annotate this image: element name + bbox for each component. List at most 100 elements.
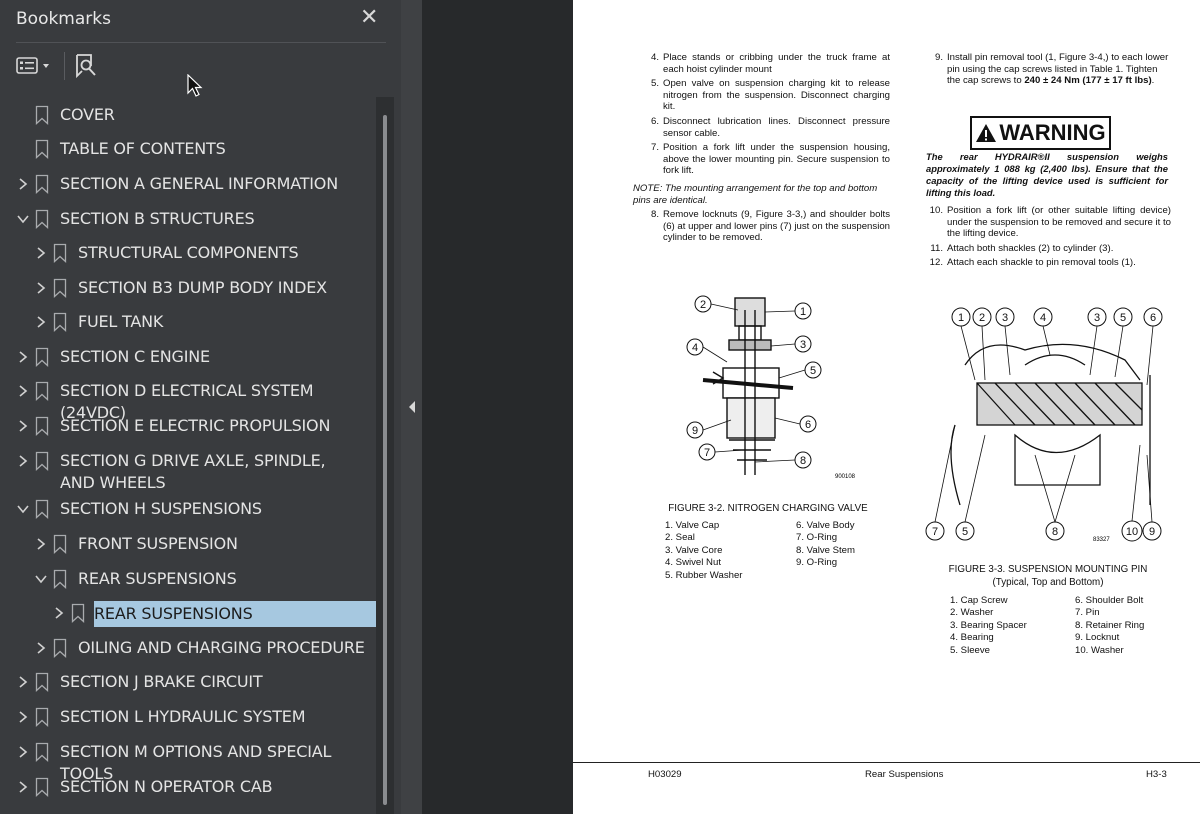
chevron-right-icon[interactable]	[32, 276, 50, 300]
chevron-right-icon[interactable]	[50, 601, 68, 625]
chevron-right-icon[interactable]	[32, 636, 50, 660]
step-item: 11. Attach both shackles (2) to cylinder …	[930, 242, 1114, 254]
find-bookmark-button[interactable]	[74, 52, 100, 80]
legend-item: 8. Retainer Ring	[1075, 619, 1145, 631]
footer-section-title: Rear Suspensions	[865, 769, 944, 780]
chevron-right-icon[interactable]	[14, 775, 32, 799]
bookmark-icon	[34, 705, 50, 729]
bookmark-icon	[52, 532, 68, 556]
svg-text:8: 8	[1052, 526, 1058, 538]
bookmark-label: COVER	[60, 105, 115, 124]
legend-item: 4. Swivel Nut	[665, 557, 721, 569]
step-list: 4. Place stands or cribbing under the tru…	[645, 52, 890, 177]
figure-3-3-caption: FIGURE 3-3. SUSPENSION MOUNTING PIN	[948, 564, 1148, 575]
list-options-icon	[16, 57, 49, 74]
chevron-right-icon[interactable]	[14, 172, 32, 196]
bookmark-icon	[34, 497, 50, 521]
chevron-right-icon[interactable]	[14, 379, 32, 403]
bookmark-item[interactable]: SECTION H SUSPENSIONS	[14, 497, 376, 521]
bookmark-item[interactable]: REAR SUSPENSIONS	[14, 567, 376, 591]
chevron-right-icon[interactable]	[14, 345, 32, 369]
svg-text:3: 3	[1002, 312, 1008, 324]
warning-title: WARNING	[999, 120, 1106, 145]
bookmark-item[interactable]: SECTION G DRIVE AXLE, SPINDLE, AND WHEEL…	[14, 449, 376, 494]
bookmark-icon	[52, 636, 68, 660]
bookmark-item[interactable]: SECTION N OPERATOR CAB	[14, 775, 376, 799]
bookmark-label: TABLE OF CONTENTS	[60, 139, 226, 158]
bookmark-item[interactable]: SECTION A GENERAL INFORMATION	[14, 172, 376, 196]
legend-item: 3. Bearing Spacer	[950, 619, 1027, 631]
legend-item: 6. Shoulder Bolt	[1075, 595, 1144, 606]
legend-item: 9. O-Ring	[796, 557, 838, 569]
step-item: 5. Open valve on suspension charging kit …	[650, 78, 890, 113]
bookmark-item[interactable]: FUEL TANK	[14, 310, 376, 334]
bookmark-item[interactable]: SECTION L HYDRAULIC SYSTEM	[14, 705, 376, 729]
panel-collapse-strip[interactable]	[401, 0, 422, 814]
svg-text:5: 5	[810, 365, 816, 377]
close-icon[interactable]: ✕	[360, 4, 378, 30]
bookmark-item[interactable]: COVER	[14, 103, 376, 127]
legend-item: 3. Valve Core	[665, 544, 723, 556]
chevron-down-icon[interactable]	[32, 567, 50, 591]
chevron-down-icon[interactable]	[14, 497, 32, 521]
step-item: 4. Place stands or cribbing under the tru…	[650, 52, 890, 75]
legend-item: 7. Pin	[1075, 607, 1100, 619]
chevron-right-icon[interactable]	[14, 740, 32, 764]
options-menu-button[interactable]	[16, 52, 52, 80]
bookmark-icon	[52, 310, 68, 334]
legend-item: 5. Rubber Washer	[665, 569, 743, 581]
chevron-right-icon[interactable]	[32, 310, 50, 334]
step-list-2: 8. Remove locknuts (9, Figure 3-3,) and s…	[645, 209, 890, 244]
bookmark-item[interactable]: FRONT SUSPENSION	[14, 532, 376, 556]
bookmark-item[interactable]: SECTION J BRAKE CIRCUIT	[14, 670, 376, 694]
chevron-right-icon[interactable]	[14, 705, 32, 729]
note-text: NOTE: The mounting arrangement for the t…	[633, 182, 878, 206]
chevron-right-icon[interactable]	[32, 241, 50, 265]
bookmark-label: SECTION L HYDRAULIC SYSTEM	[60, 707, 306, 726]
bookmark-item[interactable]: SECTION B3 DUMP BODY INDEX	[14, 276, 376, 300]
svg-text:5: 5	[962, 526, 968, 538]
figure-3-2-caption: FIGURE 3-2. NITROGEN CHARGING VALVE	[668, 503, 868, 514]
legend-item: 1. Valve Cap	[665, 520, 720, 531]
legend-item: 8. Valve Stem	[796, 544, 856, 556]
svg-text:6: 6	[805, 419, 811, 431]
collapse-left-icon[interactable]	[408, 400, 416, 414]
bookmarks-panel: Bookmarks ✕ COVER TABLE OF CONTENTS SECT…	[0, 0, 401, 814]
chevron-right-icon[interactable]	[32, 532, 50, 556]
bookmark-item[interactable]: SECTION B STRUCTURES	[14, 207, 376, 231]
chevron-down-icon[interactable]	[14, 207, 32, 231]
bookmark-label: SECTION J BRAKE CIRCUIT	[60, 672, 263, 691]
chevron-right-icon[interactable]	[14, 670, 32, 694]
bookmark-label: STRUCTURAL COMPONENTS	[78, 243, 299, 262]
svg-text:5: 5	[1120, 312, 1126, 324]
bookmark-icon	[34, 775, 50, 799]
bookmark-icon	[34, 670, 50, 694]
bookmarks-toolbar	[0, 46, 401, 97]
footer-rule	[573, 762, 1200, 763]
figure-3-3-subcaption: (Typical, Top and Bottom)	[992, 577, 1104, 588]
bookmark-label: SECTION G DRIVE AXLE, SPINDLE, AND WHEEL…	[60, 451, 326, 492]
bookmark-icon	[70, 601, 86, 625]
bookmark-label: SECTION H SUSPENSIONS	[60, 499, 262, 518]
mouse-cursor-icon	[187, 74, 203, 97]
bookmark-label: SECTION N OPERATOR CAB	[60, 777, 273, 796]
bookmark-item[interactable]: SECTION E ELECTRIC PROPULSION	[14, 414, 376, 438]
svg-text:7: 7	[704, 447, 710, 459]
step-item: 9. Install pin removal tool (1, Figure 3-…	[934, 52, 1169, 87]
right-column-steps: 10. Position a fork lift (or other suitab…	[929, 205, 1171, 272]
bookmark-icon	[52, 276, 68, 300]
svg-text:7: 7	[932, 526, 938, 538]
bookmark-item[interactable]: SECTION C ENGINE	[14, 345, 376, 369]
scrollbar[interactable]	[376, 97, 394, 814]
bookmark-item[interactable]: STRUCTURAL COMPONENTS	[14, 241, 376, 265]
bookmark-item[interactable]: TABLE OF CONTENTS	[14, 137, 376, 161]
bookmark-item[interactable]: OILING AND CHARGING PROCEDURE	[14, 636, 376, 660]
scrollbar-thumb[interactable]	[383, 115, 387, 805]
svg-text:4: 4	[692, 342, 698, 354]
legend-item: 9. Locknut	[1075, 632, 1120, 644]
chevron-right-icon[interactable]	[14, 449, 32, 473]
chevron-right-icon[interactable]	[14, 414, 32, 438]
bookmark-item[interactable]: REAR SUSPENSIONS	[14, 601, 376, 627]
step-item: 10. Position a fork lift (or other suitab…	[929, 205, 1171, 240]
